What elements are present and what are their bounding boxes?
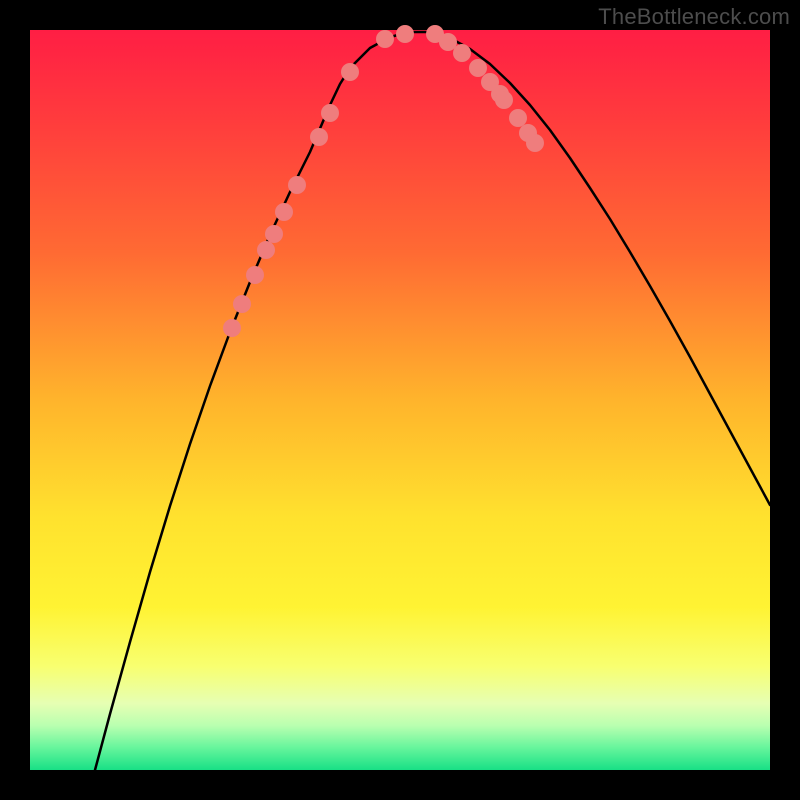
highlight-point (469, 59, 487, 77)
highlight-point (495, 91, 513, 109)
highlight-point (439, 33, 457, 51)
highlight-point (223, 319, 241, 337)
chart-svg (30, 30, 770, 770)
chart-frame: TheBottleneck.com (0, 0, 800, 800)
highlight-point (275, 203, 293, 221)
highlight-point (265, 225, 283, 243)
highlight-point (233, 295, 251, 313)
highlight-point (453, 44, 471, 62)
highlight-point (509, 109, 527, 127)
highlight-point (288, 176, 306, 194)
highlight-point (246, 266, 264, 284)
watermark-text: TheBottleneck.com (598, 4, 790, 30)
highlight-point (321, 104, 339, 122)
highlight-points (223, 25, 544, 337)
highlight-point (396, 25, 414, 43)
highlight-point (341, 63, 359, 81)
highlight-point (310, 128, 328, 146)
bottleneck-curve (95, 32, 770, 770)
plot-area (30, 30, 770, 770)
highlight-point (376, 30, 394, 48)
highlight-point (257, 241, 275, 259)
bottleneck-curve-path (95, 32, 770, 770)
highlight-point (526, 134, 544, 152)
